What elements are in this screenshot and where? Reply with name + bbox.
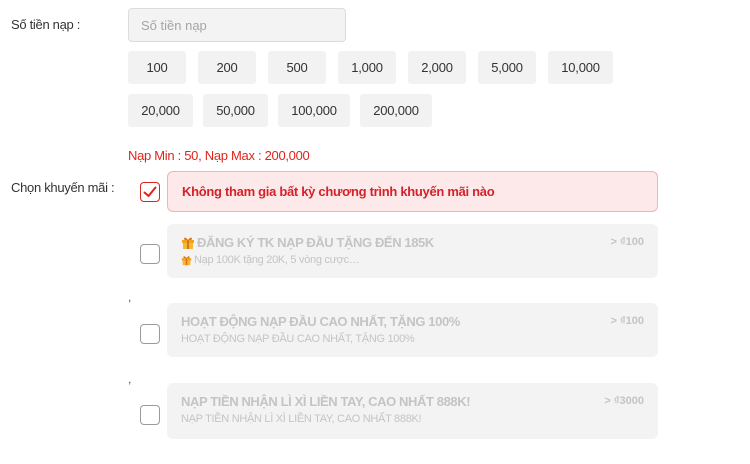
no-promo-option-label: Không tham gia bất kỳ chương trình khuyế… xyxy=(182,184,495,199)
gift-icon xyxy=(181,255,192,265)
promo-title-text: NẠP TIỀN NHẬN LÌ XÌ LIỀN TAY, CAO NHẤT 8… xyxy=(181,394,471,409)
promo-subtitle: HOẠT ĐỘNG NẠP ĐẦU CAO NHẤT, TẶNG 100% xyxy=(181,333,415,345)
promo-title: NẠP TIỀN NHẬN LÌ XÌ LIỀN TAY, CAO NHẤT 8… xyxy=(181,394,471,409)
preset-amount-button[interactable]: 1,000 xyxy=(338,51,396,84)
promo-checkbox[interactable] xyxy=(140,244,160,264)
no-promo-checkbox[interactable] xyxy=(140,182,160,202)
preset-amount-button[interactable]: 5,000 xyxy=(478,51,536,84)
preset-amount-button[interactable]: 50,000 xyxy=(203,94,268,127)
promo-title: ĐĂNG KÝ TK NẠP ĐẦU TẶNG ĐẾN 185K xyxy=(181,235,434,250)
promo-title-text: HOẠT ĐỘNG NẠP ĐẦU CAO NHẤT, TẶNG 100% xyxy=(181,314,460,329)
promo-checkbox[interactable] xyxy=(140,324,160,344)
promo-option-first-deposit-100[interactable]: HOẠT ĐỘNG NẠP ĐẦU CAO NHẤT, TẶNG 100% HO… xyxy=(167,303,658,357)
promo-subtitle: NẠP TIỀN NHẬN LÌ XÌ LIỀN TAY, CAO NHẤT 8… xyxy=(181,413,422,425)
no-promo-option[interactable]: Không tham gia bất kỳ chương trình khuyế… xyxy=(167,171,658,212)
promo-option-first-deposit-185k[interactable]: ĐĂNG KÝ TK NẠP ĐẦU TẶNG ĐẾN 185K Nạp 100… xyxy=(167,224,658,278)
promo-subtitle-text: Nạp 100K tặng 20K, 5 vòng cược… xyxy=(194,254,360,266)
amount-label: Số tiền nạp : xyxy=(11,17,81,32)
promo-separator: , xyxy=(128,372,132,386)
promo-label: Chọn khuyến mãi : xyxy=(11,180,115,195)
checkmark-icon xyxy=(143,186,157,197)
preset-amount-button[interactable]: 200,000 xyxy=(360,94,432,127)
gift-icon xyxy=(182,237,194,249)
preset-amount-button[interactable]: 100 xyxy=(128,51,186,84)
amount-input[interactable] xyxy=(128,8,346,42)
amount-presets-row-2: 20,000 50,000 100,000 200,000 xyxy=(128,94,628,127)
promo-subtitle-text: NẠP TIỀN NHẬN LÌ XÌ LIỀN TAY, CAO NHẤT 8… xyxy=(181,413,422,425)
promo-option-lixi-888k[interactable]: NẠP TIỀN NHẬN LÌ XÌ LIỀN TAY, CAO NHẤT 8… xyxy=(167,383,658,439)
preset-amount-button[interactable]: 20,000 xyxy=(128,94,193,127)
preset-amount-button[interactable]: 500 xyxy=(268,51,326,84)
promo-title-text: ĐĂNG KÝ TK NẠP ĐẦU TẶNG ĐẾN 185K xyxy=(197,235,434,250)
promo-min-amount: > ₫100 xyxy=(610,236,644,248)
promo-separator: , xyxy=(128,290,132,304)
preset-amount-button[interactable]: 100,000 xyxy=(278,94,350,127)
promo-min-amount: > ₫3000 xyxy=(604,395,644,407)
promo-subtitle-text: HOẠT ĐỘNG NẠP ĐẦU CAO NHẤT, TẶNG 100% xyxy=(181,333,415,345)
promo-subtitle: Nạp 100K tặng 20K, 5 vòng cược… xyxy=(181,254,360,266)
promo-min-amount: > ₫100 xyxy=(610,315,644,327)
amount-presets-row-1: 100 200 500 1,000 2,000 5,000 10,000 xyxy=(128,51,628,84)
deposit-limits-text: Nạp Min : 50, Nạp Max : 200,000 xyxy=(128,148,310,163)
promo-checkbox[interactable] xyxy=(140,405,160,425)
promo-title: HOẠT ĐỘNG NẠP ĐẦU CAO NHẤT, TẶNG 100% xyxy=(181,314,460,329)
preset-amount-button[interactable]: 2,000 xyxy=(408,51,466,84)
preset-amount-button[interactable]: 10,000 xyxy=(548,51,613,84)
preset-amount-button[interactable]: 200 xyxy=(198,51,256,84)
